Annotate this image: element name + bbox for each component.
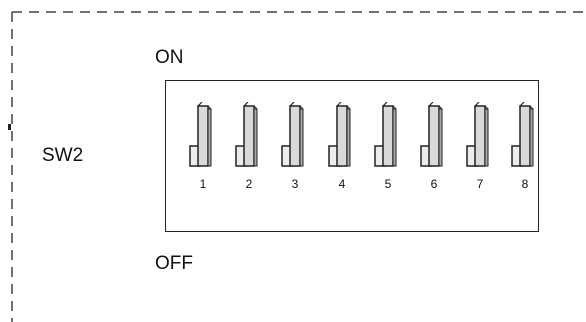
switch-number-8: 8 [521,177,529,191]
switch-number-4: 4 [338,177,346,191]
dip-switch-8[interactable]: 8 [509,102,537,191]
dip-switch-lever-icon [511,102,534,167]
switch-number-6: 6 [430,177,438,191]
dip-switch-lever-icon [374,102,397,167]
dip-switch-6[interactable]: 6 [418,102,446,191]
edge-tick-mark [8,124,11,130]
dip-switch-4[interactable]: 4 [326,102,354,191]
dip-switch-lever-icon [189,102,212,167]
on-label: ON [155,47,184,68]
dip-switch-housing: 1 2 3 4 5 6 7 8 [165,80,539,232]
dip-switch-lever-icon [235,102,258,167]
off-label: OFF [155,253,193,274]
dip-switch-2[interactable]: 2 [233,102,261,191]
dip-switch-lever-icon [420,102,443,167]
switch-number-5: 5 [384,177,392,191]
dip-switch-1[interactable]: 1 [187,102,215,191]
dip-switch-lever-icon [328,102,351,167]
switch-number-7: 7 [476,177,484,191]
switch-number-2: 2 [245,177,253,191]
switch-number-1: 1 [199,177,207,191]
dip-switch-5[interactable]: 5 [372,102,400,191]
dip-switch-7[interactable]: 7 [464,102,492,191]
switch-number-3: 3 [291,177,299,191]
dip-switch-lever-icon [466,102,489,167]
dip-switch-3[interactable]: 3 [279,102,307,191]
switch-name-label: SW2 [42,145,84,166]
dip-switch-lever-icon [281,102,304,167]
